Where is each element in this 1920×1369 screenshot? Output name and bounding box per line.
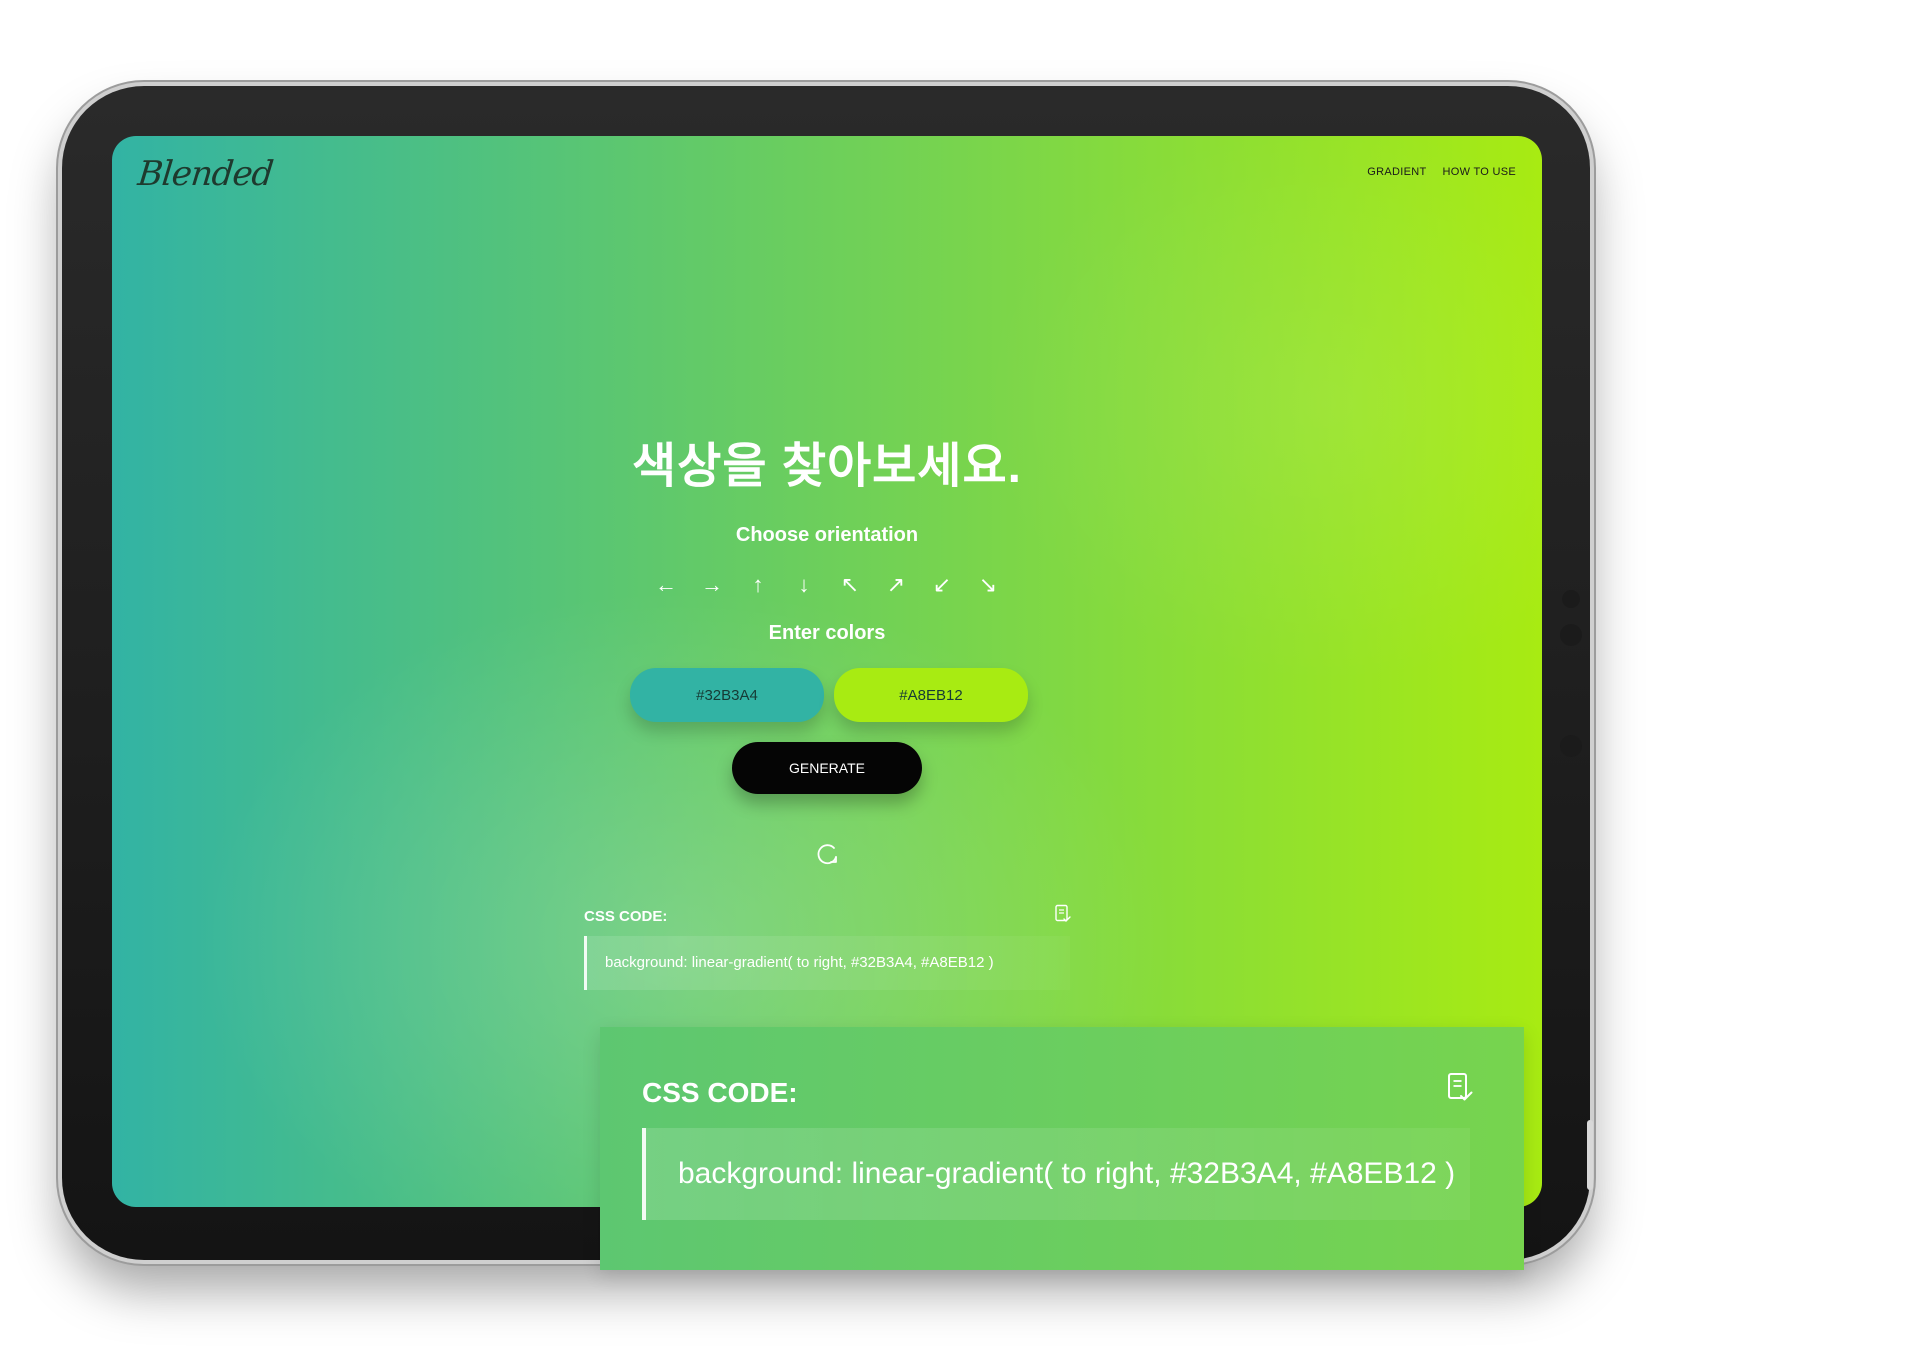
css-code-output[interactable]: background: linear-gradient( to right, #… — [584, 936, 1070, 990]
arrow-down-icon[interactable]: ↓ — [789, 570, 819, 600]
css-code-zoom-panel: CSS CODE: background: linear-gradient( t… — [600, 1027, 1524, 1270]
css-code-label: CSS CODE: — [584, 908, 668, 925]
css-code-label-zoomed: CSS CODE: — [642, 1077, 798, 1108]
arrow-left-icon[interactable]: ← — [651, 570, 681, 600]
copy-clipboard-icon[interactable] — [1054, 904, 1072, 924]
color-input-1[interactable] — [630, 668, 824, 722]
copy-clipboard-icon-zoomed[interactable] — [1446, 1072, 1474, 1104]
nav-link-how-to-use[interactable]: HOW TO USE — [1443, 166, 1517, 178]
tablet-power-button — [1587, 1120, 1593, 1190]
refresh-icon[interactable] — [814, 840, 842, 868]
arrow-up-left-icon[interactable]: ↖ — [835, 570, 865, 600]
tablet-side-button — [1560, 624, 1582, 646]
arrow-up-right-icon[interactable]: ↗ — [881, 570, 911, 600]
color-input-2[interactable] — [834, 668, 1028, 722]
orientation-arrows: ← → ↑ ↓ ↖ ↗ ↙ ↘ — [112, 570, 1542, 600]
arrow-right-icon[interactable]: → — [697, 570, 727, 600]
arrow-down-left-icon[interactable]: ↙ — [927, 570, 957, 600]
brand-logo[interactable]: Blended — [136, 154, 275, 194]
arrow-down-right-icon[interactable]: ↘ — [973, 570, 1003, 600]
page-heading: 색상을 찾아보세요. — [632, 440, 1022, 493]
css-code-output-zoomed[interactable]: background: linear-gradient( to right, #… — [642, 1128, 1470, 1220]
orientation-label: Choose orientation — [735, 524, 919, 546]
tablet-side-button — [1562, 590, 1580, 608]
top-nav: GRADIENT HOW TO USE — [1367, 166, 1516, 178]
generate-button[interactable]: GENERATE — [732, 742, 922, 794]
tablet-side-button — [1560, 735, 1582, 757]
colors-label: Enter colors — [768, 622, 886, 644]
nav-link-gradient[interactable]: GRADIENT — [1367, 166, 1426, 178]
arrow-up-icon[interactable]: ↑ — [743, 570, 773, 600]
